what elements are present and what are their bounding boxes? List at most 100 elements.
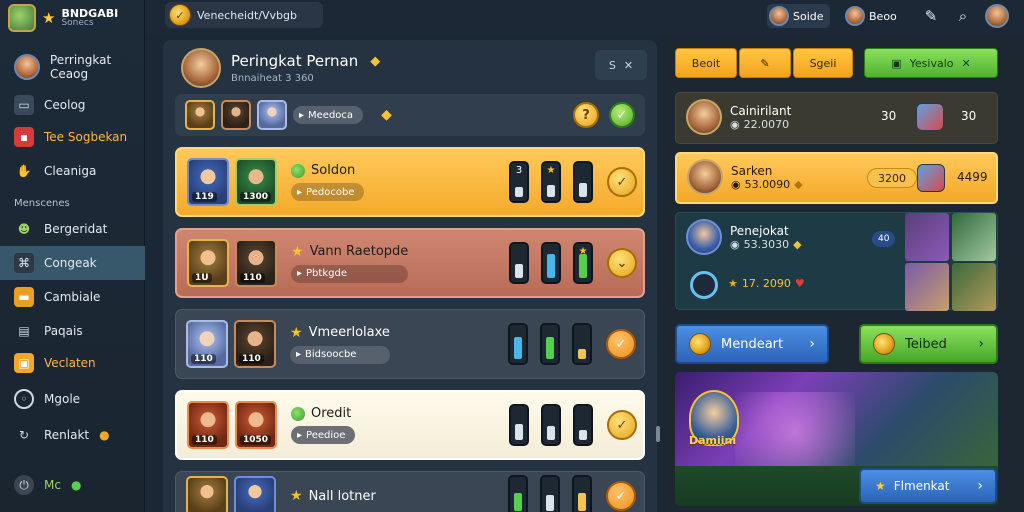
scrollbar[interactable] [656, 426, 660, 442]
row-pill: ▸ Bidsoocbe [290, 345, 390, 364]
check-button[interactable]: ✓ [606, 329, 636, 359]
stat-bar [541, 242, 561, 284]
sidebar-item-paqais[interactable]: ▤ Paqais [0, 314, 145, 348]
stat-bar: 3 [509, 161, 529, 203]
pin-icon[interactable]: ✎ [921, 6, 941, 26]
card-amount: 53.3030 [743, 237, 790, 251]
card-title: Penejokat [730, 223, 789, 238]
sidebar-item-mc[interactable]: ⏻ Mc ● [0, 468, 145, 502]
reward-card[interactable]: Penejokat ◉ 53.3030 ◆ 40 ★ 17. 2090 ♥ [675, 212, 998, 311]
portrait-number: 1300 [240, 192, 272, 202]
leaderboard-row[interactable]: 1U 110 ★ Vann Raetopde ▸ Pbtkgde ★ ⌄ [175, 228, 645, 298]
stat-bar [509, 242, 529, 284]
sidebar-item-label: Tee Sogbekan [44, 130, 128, 144]
controller-icon: ⌘ [14, 253, 34, 273]
teibed-button[interactable]: Teibed › [859, 324, 998, 364]
leaderboard-title: Peringkat Pernan [231, 52, 359, 70]
tag-pill-text: 40 [878, 234, 890, 244]
sidebar-item-label: Mgole [44, 392, 81, 406]
user-chip-2[interactable]: Beoo [845, 4, 897, 28]
banner-button[interactable]: ★ Flmenkat › [859, 468, 997, 504]
profile-avatar[interactable] [985, 4, 1009, 28]
sidebar-item-cambiale[interactable]: ▬ Cambiale [0, 280, 145, 314]
green-dot-icon: ● [70, 478, 82, 492]
check-button[interactable]: ✓ [607, 410, 637, 440]
sidebar-item-cleaniga[interactable]: ✋ Cleaniga [0, 154, 145, 188]
card-title: Sarken [731, 163, 773, 178]
red-box-icon: ▪ [14, 127, 34, 147]
tab-yesivalo[interactable]: ▣ Yesivalo ✕ [864, 48, 998, 78]
gift-icon: ▣ [14, 353, 34, 373]
header-action-button[interactable]: S ✕ [595, 50, 647, 80]
portrait-number: 110 [191, 354, 216, 364]
sidebar: ★ BNDGABI Sonecs Perringkat Ceaog ▭ Ceol… [0, 0, 145, 512]
card-title: Cainirilant [730, 103, 792, 118]
check-button[interactable]: ✓ [606, 481, 636, 511]
coin-icon: ◉ [731, 177, 741, 191]
sidebar-item-label: Ceolog [44, 98, 86, 112]
sidebar-item-label: Congeak [44, 256, 97, 270]
leaderboard-row[interactable]: 119 1300 Soldon ▸ Pedocobe 3 ★ ✓ [175, 147, 645, 217]
status-dot-icon [291, 163, 305, 178]
mendeart-button[interactable]: Mendeart › [675, 324, 829, 364]
stat-bar [573, 161, 593, 203]
player-portrait: 1050 [235, 401, 277, 449]
avatar [686, 219, 722, 255]
sidebar-item-bergeridat[interactable]: ☻ Bergeridat [0, 212, 145, 246]
thumbnail[interactable] [952, 213, 996, 261]
check-button[interactable]: ✓ [609, 102, 635, 128]
portrait-number: 1050 [240, 435, 272, 445]
sidebar-item-sogbekan[interactable]: ▪ Tee Sogbekan [0, 120, 145, 154]
sidebar-item-ceolog[interactable]: ▭ Ceolog [0, 88, 145, 122]
tab-label: Sgeii [809, 56, 837, 70]
user-name: Soide [793, 9, 824, 23]
close-icon: ✕ [961, 56, 971, 70]
avatar [14, 54, 40, 80]
action-button[interactable]: ? [573, 102, 599, 128]
chevron-right-icon: › [978, 336, 984, 352]
sidebar-item-renlakt[interactable]: ↻ Renlakt ● [0, 418, 145, 452]
search-box[interactable]: ✓ Venecheidt/Vvbgb [165, 2, 323, 28]
chevron-right-icon: › [977, 478, 983, 494]
banner-glow [735, 392, 855, 472]
check-button[interactable]: ✓ [607, 167, 637, 197]
stat-bar: ★ [541, 161, 561, 203]
sidebar-item-congeak[interactable]: ⌘ Congeak [0, 246, 145, 280]
brand[interactable]: ★ BNDGABI Sonecs [8, 4, 118, 32]
leaderboard-row[interactable]: 110 1050 Oredit ▸ Peedioe ✓ [175, 390, 645, 460]
shield-icon: ◆ [794, 177, 803, 191]
portrait-number: 110 [240, 273, 265, 283]
tab-sgeii[interactable]: Sgeii [793, 48, 853, 78]
chevron-right-icon: › [809, 336, 815, 352]
person-icon: ☻ [17, 222, 31, 236]
user-chip[interactable]: Soide [767, 4, 830, 28]
sidebar-item-mgole[interactable]: ◦ Mgole [0, 382, 145, 416]
player-name: Nall lotner [308, 488, 376, 504]
tab-beoit[interactable]: Beoit [675, 48, 737, 78]
sidebar-profile[interactable]: Perringkat Ceaog [0, 48, 145, 86]
thumbnail[interactable] [905, 213, 949, 261]
close-icon: ✕ [623, 58, 634, 72]
tab-pen[interactable]: ✎ [739, 48, 791, 78]
avatar [845, 6, 865, 26]
star-icon: ★ [728, 277, 738, 290]
portrait-number: 110 [239, 354, 264, 364]
sidebar-item-label: Paqais [44, 324, 83, 338]
thumbnail[interactable] [905, 263, 949, 311]
leaderboard-row[interactable]: ▸ Meedoca ◆ ? ✓ [175, 94, 645, 136]
item-icon [917, 164, 945, 192]
leaderboard-row[interactable]: ★ Nall lotner ✓ [175, 471, 645, 512]
tag-icon: ▸ [297, 186, 303, 198]
thumbnail[interactable] [952, 263, 996, 311]
sidebar-item-veclaten[interactable]: ▣ Veclaten [0, 346, 145, 380]
card-amount: 53.0090 [744, 177, 791, 191]
expand-button[interactable]: ⌄ [607, 248, 637, 278]
star-icon: ★ [42, 9, 56, 27]
promo-banner[interactable]: Damiini ★ Flmenkat › [675, 372, 998, 506]
reward-card[interactable]: Sarken ◉ 53.0090 ◆ 3200 4499 [675, 152, 998, 204]
row-pill-text: Pedocobe [306, 186, 355, 198]
coin-icon: ● [99, 428, 110, 442]
search-icon[interactable]: ⌕ [953, 6, 973, 26]
reward-card[interactable]: Cainirilant ◉ 22.0070 30 30 [675, 92, 998, 144]
leaderboard-row[interactable]: 110 110 ★ Vmeerlolaxe ▸ Bidsoocbe ✓ [175, 309, 645, 379]
